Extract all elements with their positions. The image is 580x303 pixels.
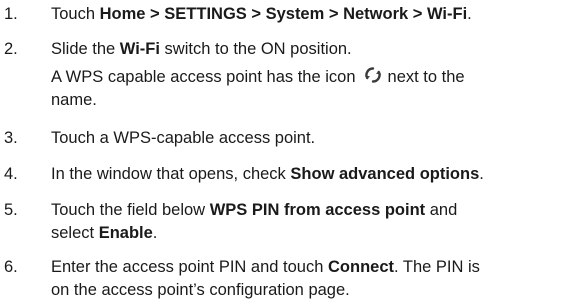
step-4: 4. In the window that opens, check Show …	[0, 163, 580, 186]
step-3: 3. Touch a WPS-capable access point.	[0, 127, 580, 150]
enable-term: Enable	[98, 224, 153, 242]
step-text-post: .	[152, 224, 158, 242]
step-5: 5. Touch the field below WPS PIN from ac…	[0, 199, 580, 245]
step-text-pre: Enter the access point PIN and touch	[51, 258, 328, 276]
step-text-line2: on the access point’s configuration page…	[51, 281, 350, 299]
step-text-pre: In the window that opens, check	[51, 165, 291, 183]
step-number: 2.	[4, 40, 18, 58]
step-number: 3.	[4, 129, 18, 147]
step-number: 6.	[4, 258, 18, 276]
step-text-post: .	[479, 165, 484, 183]
connect-term: Connect	[328, 258, 394, 276]
step-note: A WPS capable access point has the icon n…	[51, 66, 580, 89]
step-text-line2: select Enable.	[51, 222, 580, 245]
note-text-pre: A WPS capable access point has the icon	[51, 68, 356, 86]
step-text-pre: Slide the	[51, 40, 120, 58]
step-text: Slide the Wi-Fi switch to the ON positio…	[51, 38, 580, 61]
step-1: 1. Touch Home > SETTINGS > System > Netw…	[0, 3, 580, 26]
step-text: Touch the field below WPS PIN from acces…	[51, 199, 580, 222]
step-text: Touch a WPS-capable access point.	[51, 129, 316, 147]
step-text-pre: select	[51, 224, 99, 242]
step-text: Touch Home > SETTINGS > System > Network…	[51, 3, 580, 26]
step-number: 1.	[4, 5, 18, 23]
step-text-post: and	[425, 201, 458, 219]
step-text-post: .	[467, 5, 472, 23]
step-2: 2. Slide the Wi-Fi switch to the ON posi…	[0, 38, 580, 112]
step-6: 6. Enter the access point PIN and touch …	[0, 256, 580, 302]
note-text-post: next to the	[387, 68, 465, 86]
step-number: 4.	[4, 165, 18, 183]
show-advanced-options-term: Show advanced options	[290, 165, 480, 183]
step-text-post: switch to the ON position.	[159, 40, 352, 58]
wps-pin-term: WPS PIN from access point	[209, 201, 426, 219]
step-text: Enter the access point PIN and touch Con…	[51, 256, 580, 279]
settings-path: Home > SETTINGS > System > Network > Wi-…	[99, 5, 468, 23]
step-number: 5.	[4, 201, 18, 219]
step-text-pre: Touch	[51, 5, 100, 23]
wps-icon	[364, 66, 382, 84]
step-text-post: . The PIN is	[394, 258, 480, 276]
step-text-pre: Touch the field below	[51, 201, 210, 219]
wifi-term: Wi-Fi	[119, 40, 160, 58]
step-note-line2: name.	[51, 91, 97, 109]
step-text: In the window that opens, check Show adv…	[51, 163, 580, 186]
